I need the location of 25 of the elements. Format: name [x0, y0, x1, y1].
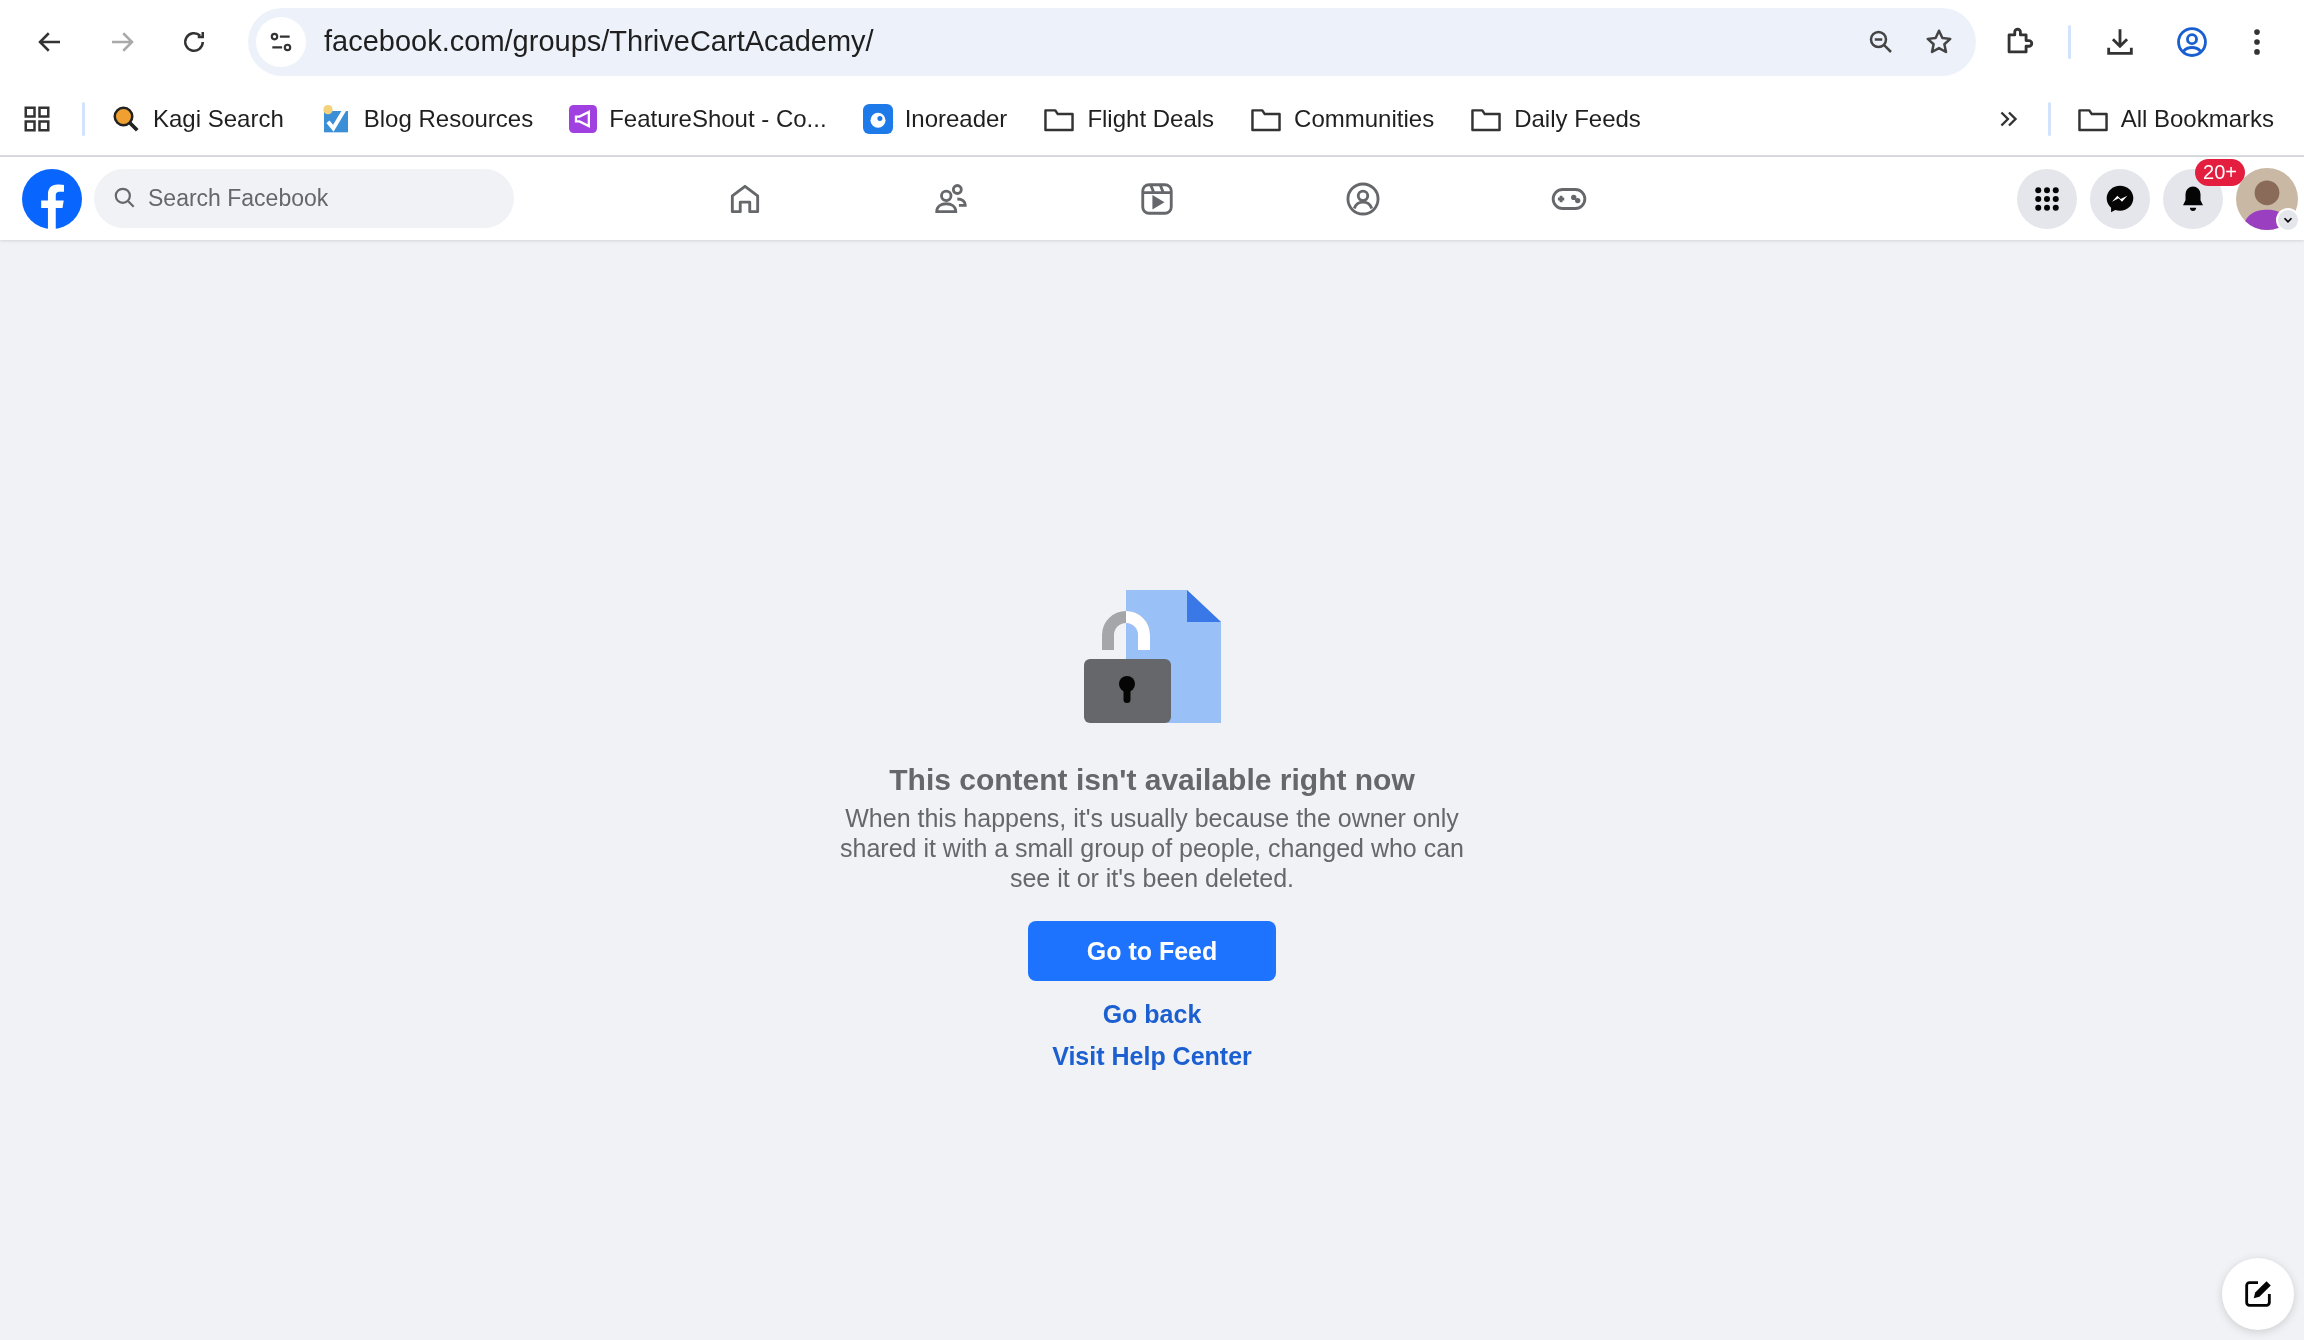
search-field[interactable]: Search Facebook — [94, 169, 514, 228]
bookmark[interactable]: Flight Deals — [1043, 104, 1215, 134]
new-message-button[interactable] — [2222, 1258, 2294, 1330]
inoreader-logo-icon — [862, 104, 893, 134]
address-bar[interactable]: facebook.com/groups/ThriveCartAcademy/ — [248, 7, 1976, 76]
link[interactable]: Visit Help Center — [1052, 1035, 1252, 1077]
bookmark[interactable]: FeatureShout - Co... — [569, 105, 827, 133]
url-text: facebook.com/groups/ThriveCartAcademy/ — [324, 25, 874, 58]
apps-grid-icon[interactable] — [22, 104, 52, 134]
site-settings-icon[interactable] — [256, 16, 306, 67]
megaphone-icon — [569, 105, 598, 133]
error-message: When this happens, it's usually because the owner only shared it with a small group of people, changed who can see it or it's been deleted. — [839, 803, 1465, 893]
profile-icon[interactable] — [2175, 24, 2209, 59]
error-title: This content isn't available right now — [889, 763, 1415, 797]
notification-badge: 20+ — [2195, 158, 2245, 186]
bookmark[interactable]: Blog Resources — [319, 103, 534, 135]
bookmark[interactable]: Inoreader — [862, 104, 1008, 134]
all-bookmarks[interactable]: All Bookmarks — [2076, 104, 2274, 134]
link[interactable]: Go back — [1102, 993, 1202, 1035]
go-to-feed-button[interactable]: Go to Feed — [1028, 921, 1276, 981]
magnifier-icon — [111, 104, 141, 134]
bookmark[interactable]: Daily Feeds — [1470, 104, 1641, 134]
bookmark[interactable]: Kagi Search — [111, 104, 284, 134]
facebook-logo[interactable] — [22, 168, 82, 229]
bookmark[interactable]: Communities — [1250, 104, 1435, 134]
